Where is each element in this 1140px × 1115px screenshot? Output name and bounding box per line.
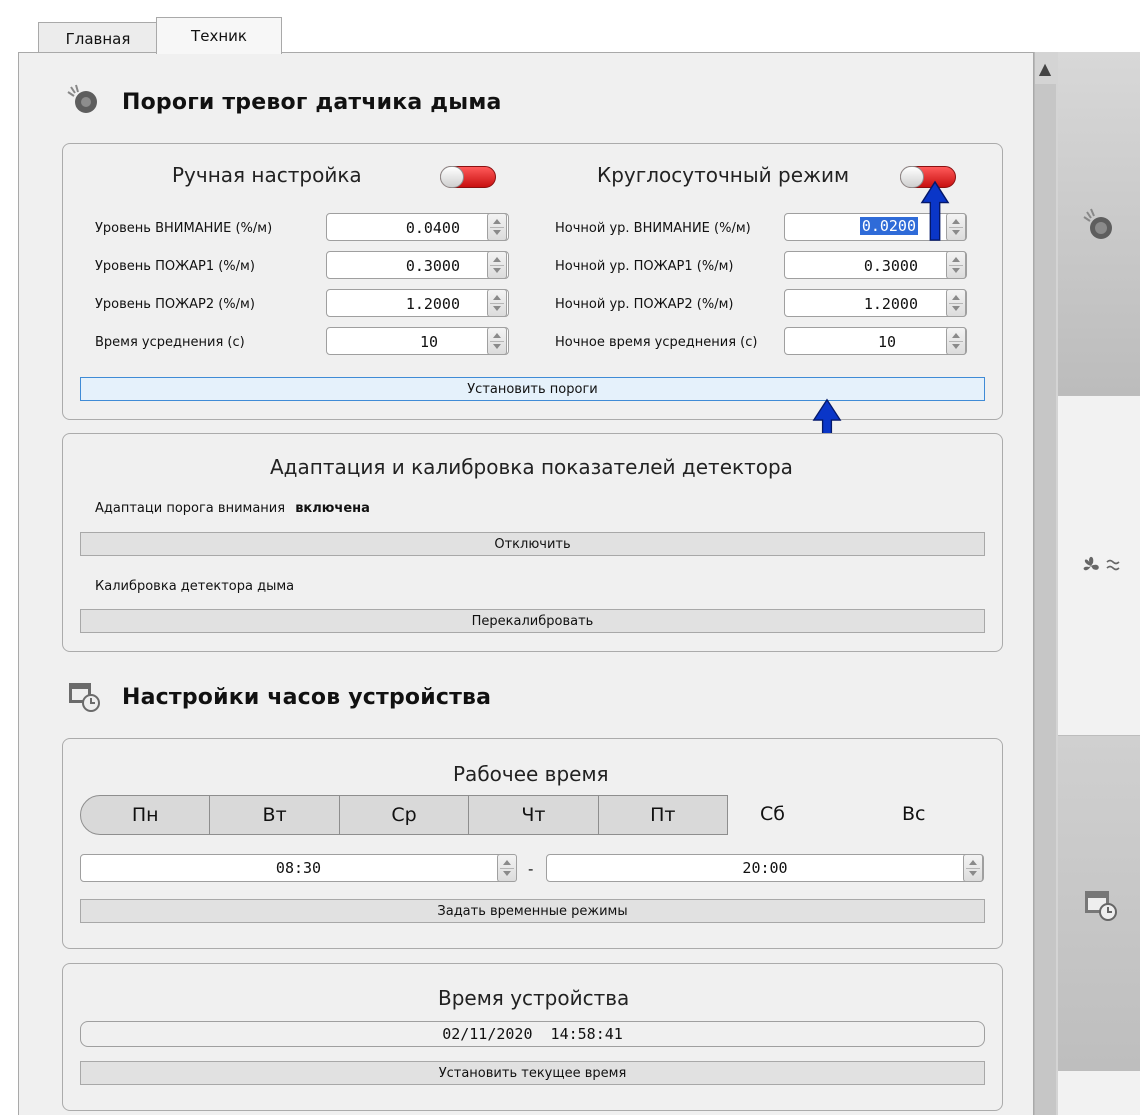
work-start-time-value: 08:30 bbox=[275, 859, 322, 877]
night-attention-level-label: Ночной ур. ВНИМАНИЕ (%/м) bbox=[555, 221, 751, 236]
weekday-selector: Пн Вт Ср Чт Пт bbox=[80, 795, 728, 835]
annotation-arrow-up-icon bbox=[920, 180, 950, 241]
device-datetime-value: 02/11/2020 14:58:41 bbox=[442, 1025, 623, 1043]
adaptation-status-label: Адаптаци порога внимания bbox=[95, 501, 286, 516]
manual-settings-title: Ручная настройка bbox=[172, 163, 362, 187]
sidenav-smoke[interactable] bbox=[1058, 52, 1140, 396]
fan-airflow-icon bbox=[1083, 556, 1120, 570]
night-fire1-level-field[interactable]: 0.3000 bbox=[784, 251, 967, 279]
averaging-time-label: Время усреднения (с) bbox=[95, 335, 245, 350]
averaging-time-spinner[interactable] bbox=[487, 327, 507, 355]
tab-main[interactable]: Главная bbox=[38, 22, 158, 54]
calendar-clock-icon bbox=[69, 683, 100, 712]
device-datetime-display: 02/11/2020 14:58:41 bbox=[80, 1021, 985, 1047]
work-start-time-spinner[interactable] bbox=[497, 854, 517, 882]
work-end-time-field[interactable]: 20:00 bbox=[546, 854, 984, 882]
round-the-clock-title: Круглосуточный режим bbox=[597, 163, 850, 187]
day-saturday[interactable]: Сб bbox=[760, 803, 785, 825]
smoke-thresholds-title: Пороги тревог датчика дыма bbox=[122, 90, 502, 115]
work-time-title: Рабочее время bbox=[453, 762, 609, 786]
fire1-level-value: 0.3000 bbox=[405, 257, 460, 275]
smoke-detector-icon bbox=[1083, 208, 1112, 239]
night-averaging-time-field[interactable]: 10 bbox=[784, 327, 967, 355]
sidenav-empty bbox=[1058, 1071, 1140, 1115]
night-fire2-level-spinner[interactable] bbox=[946, 289, 966, 317]
adaptation-status-value: включена bbox=[295, 501, 370, 516]
calibration-label: Калибровка детектора дыма bbox=[95, 579, 295, 594]
work-end-time-spinner[interactable] bbox=[963, 854, 983, 882]
scroll-up-arrow-icon[interactable]: ▲ bbox=[1036, 56, 1054, 80]
day-friday[interactable]: Пт bbox=[599, 796, 727, 834]
fire2-level-value: 1.2000 bbox=[405, 295, 460, 313]
set-current-time-button[interactable]: Установить текущее время bbox=[80, 1061, 985, 1085]
night-fire1-level-spinner[interactable] bbox=[946, 251, 966, 279]
fire2-level-spinner[interactable] bbox=[487, 289, 507, 317]
tab-technician-label: Техник bbox=[191, 27, 247, 45]
device-time-title: Время устройства bbox=[438, 986, 630, 1010]
tab-main-label: Главная bbox=[65, 29, 131, 48]
night-fire1-level-value: 0.3000 bbox=[863, 257, 918, 275]
adaptation-status: Адаптаци порога внимания включена bbox=[95, 501, 370, 516]
night-fire2-level-value: 1.2000 bbox=[863, 295, 918, 313]
attention-level-field[interactable]: 0.0400 bbox=[326, 213, 509, 241]
attention-level-value: 0.0400 bbox=[405, 219, 460, 237]
averaging-time-field[interactable]: 10 bbox=[326, 327, 509, 355]
fire1-level-field[interactable]: 0.3000 bbox=[326, 251, 509, 279]
day-tuesday[interactable]: Вт bbox=[210, 796, 340, 834]
recalibrate-button[interactable]: Перекалибровать bbox=[80, 609, 985, 633]
day-thursday[interactable]: Чт bbox=[469, 796, 599, 834]
sidenav-ventilation[interactable] bbox=[1058, 396, 1140, 736]
night-fire2-level-field[interactable]: 1.2000 bbox=[784, 289, 967, 317]
time-range-separator: - bbox=[528, 860, 534, 878]
night-averaging-time-spinner[interactable] bbox=[946, 327, 966, 355]
set-time-modes-button[interactable]: Задать временные режимы bbox=[80, 899, 985, 923]
attention-level-spinner[interactable] bbox=[487, 213, 507, 241]
disable-adaptation-button[interactable]: Отключить bbox=[80, 532, 985, 556]
fire2-level-label: Уровень ПОЖАР2 (%/м) bbox=[95, 297, 255, 312]
scrollbar-thumb[interactable] bbox=[1035, 84, 1056, 1115]
day-wednesday[interactable]: Ср bbox=[340, 796, 470, 834]
smoke-detector-icon bbox=[67, 84, 97, 113]
sidenav-clock[interactable] bbox=[1058, 736, 1140, 1071]
calendar-clock-icon bbox=[1085, 891, 1117, 921]
night-attention-level-value: 0.0200 bbox=[859, 217, 918, 235]
night-averaging-time-label: Ночное время усреднения (с) bbox=[555, 335, 758, 350]
fire1-level-label: Уровень ПОЖАР1 (%/м) bbox=[95, 259, 255, 274]
night-fire1-level-label: Ночной ур. ПОЖАР1 (%/м) bbox=[555, 259, 734, 274]
night-fire2-level-label: Ночной ур. ПОЖАР2 (%/м) bbox=[555, 297, 734, 312]
night-averaging-time-value: 10 bbox=[877, 333, 896, 351]
attention-level-label: Уровень ВНИМАНИЕ (%/м) bbox=[95, 221, 273, 236]
day-sunday[interactable]: Вс bbox=[902, 803, 925, 825]
fire1-level-spinner[interactable] bbox=[487, 251, 507, 279]
manual-settings-toggle[interactable] bbox=[440, 166, 496, 188]
adaptation-title: Адаптация и калибровка показателей детек… bbox=[270, 455, 793, 479]
averaging-time-value: 10 bbox=[419, 333, 438, 351]
work-start-time-field[interactable]: 08:30 bbox=[80, 854, 517, 882]
work-end-time-value: 20:00 bbox=[742, 859, 788, 877]
tab-technician[interactable]: Техник bbox=[156, 17, 282, 54]
set-thresholds-button[interactable]: Установить пороги bbox=[80, 377, 985, 401]
clock-settings-title: Настройки часов устройства bbox=[122, 685, 492, 710]
fire2-level-field[interactable]: 1.2000 bbox=[326, 289, 509, 317]
day-monday[interactable]: Пн bbox=[81, 796, 211, 834]
